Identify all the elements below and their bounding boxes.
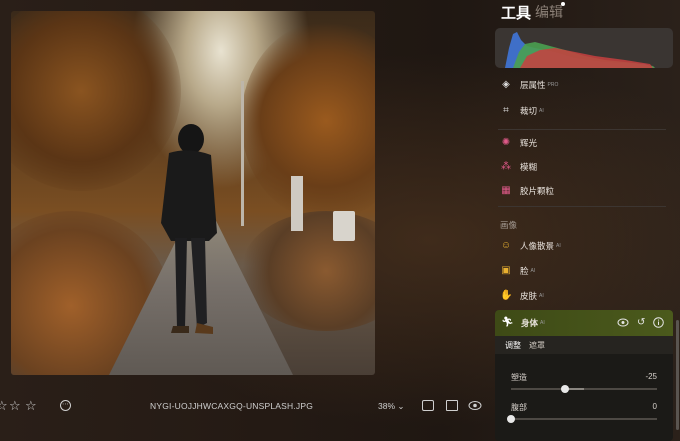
tool-face[interactable]: ▣ 脸 AI [500, 263, 535, 279]
zoom-level[interactable]: 38% ⌄ [378, 401, 405, 412]
divider [498, 129, 666, 130]
badge: AI [539, 293, 544, 299]
blur-icon: ⁂ [501, 161, 511, 172]
tab-edit[interactable]: 编辑 [535, 2, 563, 22]
tool-layer-properties[interactable]: ◈ 层属性 PRO [500, 77, 558, 93]
zoom-value: 38% [378, 401, 396, 411]
tool-label: 胶片颗粒 [520, 186, 555, 196]
eye-icon[interactable] [617, 318, 629, 327]
panel-scrollbar[interactable] [676, 320, 679, 430]
slider-label-abdomen: 腹部 [511, 403, 527, 412]
chevron-down-icon: ⌄ [397, 401, 405, 411]
crop-icon: ⌗ [503, 105, 509, 116]
slider-shape[interactable] [511, 385, 657, 393]
badge: AI [530, 268, 536, 274]
info-icon[interactable] [653, 317, 664, 328]
histogram-graph [505, 32, 655, 68]
tree-foliage-right [241, 21, 375, 221]
tab-tools[interactable]: 工具 [501, 2, 531, 23]
tab-adjust[interactable]: 调整 [505, 340, 521, 351]
star-icon[interactable]: ☆ [25, 396, 37, 416]
tool-label: 层属性 [520, 80, 546, 90]
slider-label-shape: 塑造 [511, 373, 527, 382]
histogram [495, 28, 673, 68]
tool-crop[interactable]: ⌗ 裁切 AI [500, 103, 544, 119]
badge: PRO [547, 82, 559, 88]
body-subtabs: 调整 遮罩 [495, 336, 673, 354]
tool-film-grain[interactable]: ▦ 胶片颗粒 [500, 183, 554, 199]
star-icon[interactable]: ☆ [0, 396, 8, 416]
film-grain-icon: ▦ [501, 185, 511, 196]
divider [498, 206, 666, 207]
body-icon: 🏃︎ [501, 317, 514, 328]
badge: AI [556, 243, 561, 249]
tree-foliage-left [11, 11, 181, 191]
tool-skin[interactable]: ✋ 皮肤 AI [500, 288, 544, 304]
more-options-icon[interactable]: ⋯ [60, 400, 71, 411]
slider-knob[interactable] [561, 385, 569, 393]
slider-abdomen[interactable] [507, 415, 657, 423]
tool-label: 人像散景 [520, 241, 555, 251]
section-title-portrait: 画像 [500, 220, 518, 230]
tool-label: 辉光 [520, 138, 538, 148]
file-name: NYGI-UOJJHWCAXGQ-UNSPLASH.JPG [150, 401, 314, 411]
bottom-toolbar: ☆ ☆ ☆ ⋯ NYGI-UOJJHWCAXGQ-UNSPLASH.JPG 38… [0, 396, 490, 418]
tools-panel: 工具 编辑 ◈ 层属性 PRO ⌗ 裁切 AI ✺ 辉光 ⁂ 模糊 ▦ 胶片颗粒… [490, 0, 680, 441]
layers-icon: ◈ [502, 79, 510, 90]
body-tool-header[interactable]: 🏃︎ 身体 AI ↺ [495, 310, 673, 336]
tool-glow[interactable]: ✺ 辉光 [500, 135, 537, 151]
glow-icon: ✺ [501, 137, 511, 148]
edit-indicator-dot [561, 2, 565, 6]
bollard [291, 176, 303, 231]
info-panel-icon[interactable] [422, 400, 434, 411]
star-icon[interactable]: ☆ [9, 396, 21, 416]
tool-label: 裁切 [520, 106, 538, 116]
skin-icon: ✋ [500, 290, 513, 301]
reset-icon[interactable]: ↺ [637, 317, 645, 328]
tool-label: 身体 [521, 318, 539, 328]
compare-icon[interactable] [446, 400, 458, 411]
tool-label: 模糊 [520, 162, 538, 172]
badge: AI [539, 108, 544, 114]
person-figure [161, 124, 217, 334]
tool-blur[interactable]: ⁂ 模糊 [500, 159, 537, 175]
portrait-bokeh-icon: ☺ [500, 240, 512, 251]
tool-label: 皮肤 [520, 291, 538, 301]
face-icon: ▣ [501, 265, 511, 276]
app-window: ☆ ☆ ☆ ⋯ NYGI-UOJJHWCAXGQ-UNSPLASH.JPG 38… [0, 0, 680, 441]
slider-value-abdomen[interactable]: 0 [653, 402, 657, 411]
eye-icon[interactable] [468, 400, 482, 411]
tool-label: 脸 [520, 266, 529, 276]
lamp-pole [241, 81, 244, 226]
body-tool-card: 🏃︎ 身体 AI ↺ 调整 遮罩 塑造 -25 腹部 0 [495, 310, 673, 441]
badge: AI [540, 320, 545, 326]
slider-value-shape[interactable]: -25 [645, 372, 657, 381]
tool-body[interactable]: 🏃︎ 身体 AI [501, 315, 545, 331]
slider-knob[interactable] [507, 415, 515, 423]
photo-canvas[interactable] [11, 11, 375, 375]
trash-bin [333, 211, 355, 241]
tool-portrait-bokeh[interactable]: ☺ 人像散景 AI [500, 238, 561, 254]
tab-mask[interactable]: 遮罩 [529, 340, 545, 351]
